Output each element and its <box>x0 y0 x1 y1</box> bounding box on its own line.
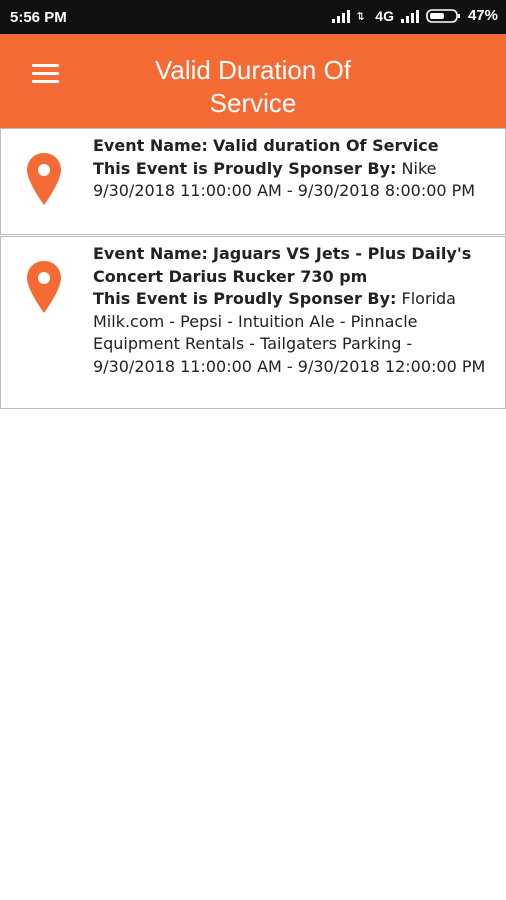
page-title: Valid Duration Of Service <box>154 55 352 118</box>
battery-icon <box>426 8 460 23</box>
app-bar: Valid Duration Of Service <box>0 34 506 128</box>
network-type: 4G <box>375 7 394 24</box>
event-sponsor: Nike <box>401 158 437 178</box>
signal-strength-icon-2 <box>400 9 419 23</box>
location-pin-icon <box>27 153 61 205</box>
event-name-line: Event Name: Jaguars VS Jets - Plus Daily… <box>93 243 497 288</box>
event-datetime: 9/30/2018 11:00:00 AM - 9/30/2018 8:00:0… <box>93 181 476 200</box>
hamburger-menu-icon[interactable] <box>22 56 68 92</box>
event-list: Event Name: Valid duration Of Service Th… <box>0 128 506 410</box>
event-sponsor-line: This Event is Proudly Sponser By: Florid… <box>93 288 497 356</box>
status-time: 5:56 PM <box>10 9 67 26</box>
event-name-label: Event Name: <box>93 244 208 263</box>
event-sponsor-label: This Event is Proudly Sponser By: <box>93 289 397 308</box>
battery-level: 47% <box>467 7 498 24</box>
event-sponsor-line: This Event is Proudly Sponser By: Nike <box>93 158 497 181</box>
event-datetime: 9/30/2018 11:00:00 AM - 9/30/2018 12:00:… <box>93 356 486 376</box>
status-bar: 5:56 PM 4G 47% <box>0 0 506 34</box>
event-name-label: Event Name: <box>93 136 208 155</box>
data-transfer-icon <box>357 11 365 20</box>
location-pin-icon <box>27 261 61 313</box>
event-name: Valid duration Of Service <box>213 136 439 155</box>
event-card[interactable]: Event Name: Jaguars VS Jets - Plus Daily… <box>0 236 506 409</box>
event-sponsor-label: This Event is Proudly Sponser By: <box>93 158 397 178</box>
signal-strength-icon <box>332 9 351 23</box>
event-name-line: Event Name: Valid duration Of Service <box>93 135 497 158</box>
event-card[interactable]: Event Name: Valid duration Of Service Th… <box>0 128 506 235</box>
status-icons: 4G 47% <box>331 7 498 24</box>
